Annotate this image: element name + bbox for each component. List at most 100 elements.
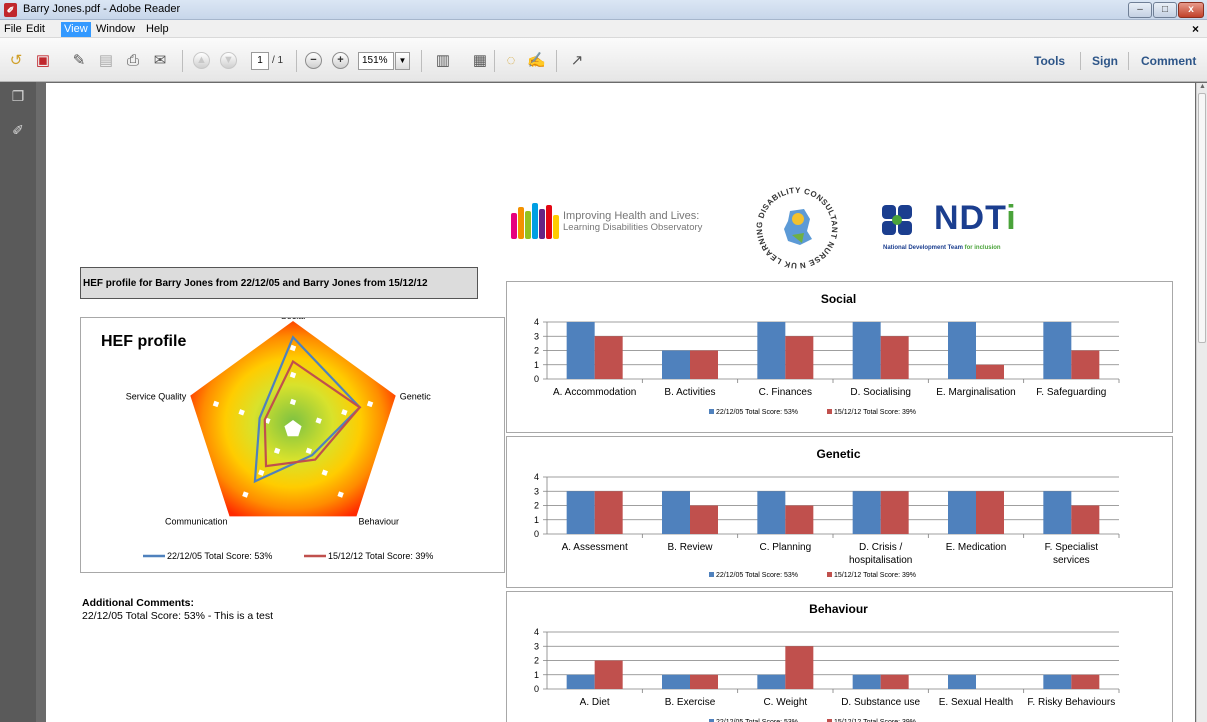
save-icon[interactable]: ▤ (97, 52, 115, 70)
tools-link[interactable]: Tools (1034, 54, 1065, 68)
x-tick-label: F. Safeguarding (1036, 387, 1106, 398)
x-tick-label: C. Finances (759, 387, 812, 398)
ukld-network-logo: UK LEARNING DISABILITY CONSULTANT NURSE … (752, 183, 839, 270)
behaviour-bar-chart: Behaviour 0 1 2 3 4 A. Diet B. Exercise C. Weigh… (534, 602, 1120, 722)
menu-edit[interactable]: Edit (23, 22, 48, 37)
menu-view[interactable]: View (61, 22, 91, 37)
social-chart-panel: Social 0 1 2 3 4 A. Accommodation B. Activities… (506, 281, 1173, 433)
print-icon[interactable]: ⎙ (124, 52, 142, 70)
legend-label: 22/12/05 Total Score: 53% (716, 409, 798, 416)
scroll-up-icon[interactable]: ▲ (1199, 83, 1206, 90)
page-thumbnails-icon[interactable]: ❐ (11, 88, 25, 104)
comments-label: Additional Comments: (82, 597, 194, 609)
bar (880, 491, 909, 534)
bar (1043, 322, 1072, 379)
bar (690, 674, 718, 689)
ndti-wordmark: NDT (934, 199, 1007, 237)
ndti-wordmark-i: i (1006, 199, 1017, 237)
toolbar-separator (556, 50, 557, 72)
edit-document-icon[interactable]: ✎ (70, 52, 88, 70)
radar-axis-label: Genetic (400, 392, 432, 402)
bar-chart-title: Behaviour (809, 602, 868, 616)
open-file-icon[interactable]: ▣ (34, 52, 52, 70)
comments-text: 22/12/05 Total Score: 53% - This is a te… (82, 610, 274, 622)
x-tick-label: D. Socialising (850, 387, 911, 398)
bar (566, 491, 595, 534)
radar-chart: Social Genetic Behaviour Communication Servi… (101, 311, 433, 561)
bar (852, 491, 881, 534)
radar-chart-panel: Social Genetic Behaviour Communication Servi… (80, 311, 505, 573)
bar (785, 336, 814, 379)
x-tick-label: F. Risky Behaviours (1027, 697, 1115, 708)
next-page-icon[interactable]: ▼ (220, 52, 237, 69)
fit-page-icon[interactable]: ▥ (434, 52, 452, 70)
bar (690, 505, 718, 534)
x-tick-label: E. Marginalisation (936, 387, 1015, 398)
x-tick-label: A. Assessment (562, 542, 628, 553)
close-document-icon[interactable]: × (1192, 22, 1199, 36)
menu-help[interactable]: Help (143, 22, 172, 37)
menu-window[interactable]: Window (93, 22, 138, 37)
x-tick-label: E. Sexual Health (939, 697, 1014, 708)
bar (1071, 674, 1100, 689)
window-title: Barry Jones.pdf - Adobe Reader (23, 3, 181, 15)
behaviour-chart-panel: Behaviour 0 1 2 3 4 A. Diet B. Exercise C. Weigh… (506, 591, 1173, 722)
minimize-button[interactable]: – (1128, 2, 1152, 18)
y-tick-label: 0 (534, 529, 539, 539)
attachments-icon[interactable]: ✐ (11, 122, 25, 138)
genetic-bar-chart: Genetic 0 1 2 3 4 A. Assessment B. Review C. Pla… (534, 447, 1120, 579)
legend-swatch (827, 409, 832, 414)
comment-link[interactable]: Comment (1141, 54, 1196, 68)
menu-bar: File Edit View Window Help × (0, 20, 1207, 38)
y-tick-label: 2 (534, 346, 539, 356)
y-tick-label: 3 (534, 331, 539, 341)
bar-chart-title: Genetic (816, 447, 860, 461)
title-bar: ✐ Barry Jones.pdf - Adobe Reader – □ x (0, 0, 1207, 20)
create-pdf-icon[interactable]: ↺ (7, 52, 25, 70)
email-icon[interactable]: ✉ (151, 52, 169, 70)
x-tick-label: B. Review (667, 542, 713, 553)
fit-width-icon[interactable]: ▦ (471, 52, 489, 70)
y-tick-label: 2 (534, 501, 539, 511)
x-tick-label: B. Activities (664, 387, 715, 398)
bar (757, 491, 786, 534)
legend-label: 22/12/05 Total Score: 53% (716, 572, 798, 579)
zoom-in-icon[interactable]: + (332, 52, 349, 69)
zoom-level-input[interactable]: 151% (358, 52, 394, 70)
sign-link[interactable]: Sign (1092, 54, 1118, 68)
bar (852, 674, 881, 689)
bar (757, 322, 786, 379)
vertical-scrollbar[interactable]: ▲ (1196, 83, 1207, 722)
bar (880, 674, 909, 689)
y-tick-label: 4 (534, 627, 539, 637)
x-tick-label: F. Specialist (1045, 542, 1099, 553)
bar (976, 491, 1004, 534)
x-tick-label: D. Crisis / (859, 542, 903, 553)
zoom-out-icon[interactable]: − (305, 52, 322, 69)
full-screen-icon[interactable]: ↗ (568, 52, 586, 70)
close-button[interactable]: x (1178, 2, 1204, 18)
y-tick-label: 4 (534, 317, 539, 327)
ndti-logo-mark (882, 205, 912, 235)
toolbar-separator (421, 50, 422, 72)
legend-label: 15/12/12 Total Score: 39% (834, 572, 916, 579)
scrollbar-thumb[interactable] (1198, 93, 1206, 343)
menu-file[interactable]: File (1, 22, 25, 37)
ihl-logo-bars (511, 203, 559, 239)
y-tick-label: 1 (534, 515, 539, 525)
y-tick-label: 2 (534, 656, 539, 666)
toolbar-separator (1080, 52, 1081, 70)
maximize-button[interactable]: □ (1153, 2, 1177, 18)
zoom-dropdown-icon[interactable]: ▼ (395, 52, 410, 70)
previous-page-icon[interactable]: ▲ (193, 52, 210, 69)
bar-chart-title: Social (821, 292, 856, 306)
y-tick-label: 1 (534, 360, 539, 370)
bar (566, 674, 595, 689)
sticky-note-icon[interactable]: ◌ (502, 52, 520, 70)
document-page: Improving Health and Lives: Learning Dis… (46, 83, 1195, 722)
highlight-icon[interactable]: ✍ (527, 52, 546, 70)
ndti-subtitle: National Development Team (883, 245, 963, 251)
page-number-input[interactable]: 1 (251, 52, 269, 70)
legend-swatch (709, 409, 714, 414)
ihl-title: Improving Health and Lives: (563, 210, 700, 222)
